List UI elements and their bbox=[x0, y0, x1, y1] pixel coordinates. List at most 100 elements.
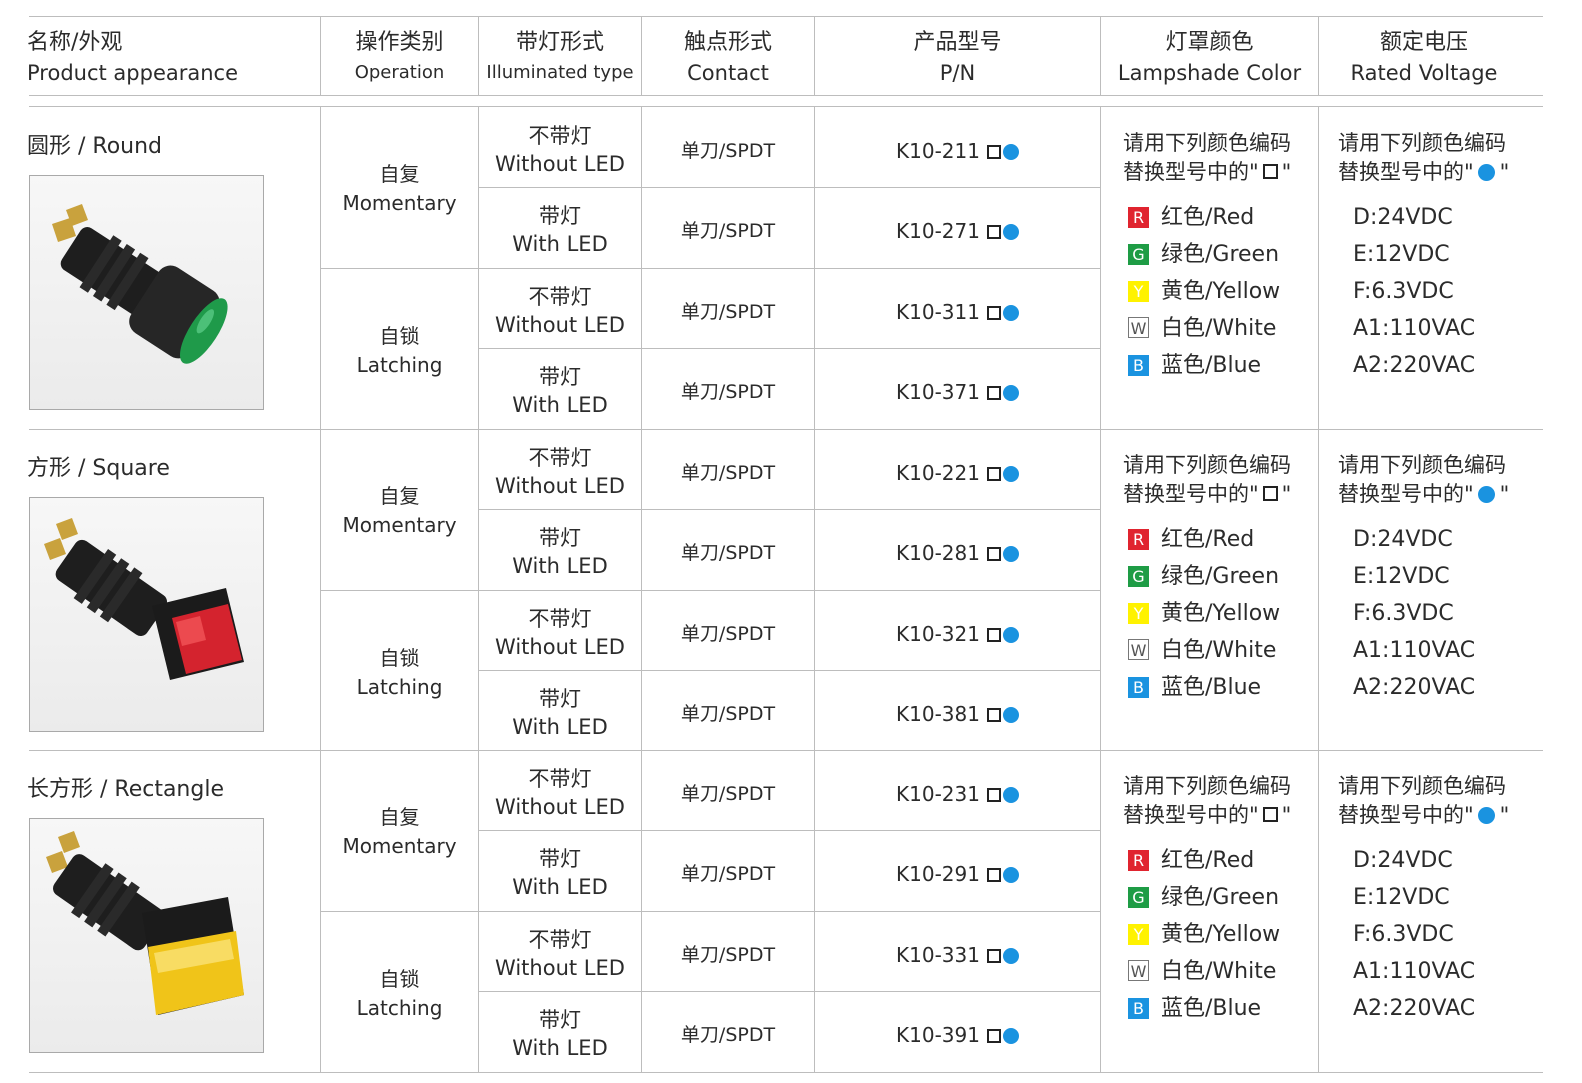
color-item-green: G 绿色/Green bbox=[1128, 240, 1279, 270]
color-code-box-icon bbox=[986, 788, 1001, 802]
yellow-badge-icon: Y bbox=[1128, 281, 1149, 302]
pn-cell: K10-391 bbox=[815, 1023, 1100, 1047]
color-note: 请用下列颜色编码 替换型号中的" " bbox=[1123, 129, 1291, 187]
blue-badge-icon: B bbox=[1128, 998, 1149, 1019]
operation-momentary: 自复 Momentary bbox=[321, 160, 478, 218]
header-operation-cn: 操作类别 bbox=[355, 30, 444, 55]
color-code-box-icon bbox=[986, 628, 1001, 642]
illum-en: Without LED bbox=[495, 313, 625, 337]
table-bottom-rule bbox=[29, 1072, 1543, 1073]
color-item-blue: B 蓝色/Blue bbox=[1128, 351, 1261, 381]
pn-text: K10-281 bbox=[896, 541, 980, 565]
white-badge-icon: W bbox=[1128, 960, 1149, 981]
voltage-code-dot-icon bbox=[1002, 1028, 1019, 1044]
blue-badge-icon: B bbox=[1128, 355, 1149, 376]
row-rule bbox=[320, 590, 1100, 591]
group-rule bbox=[29, 750, 1543, 751]
color-item-red: R 红色/Red bbox=[1128, 203, 1254, 233]
color-note-line2: 替换型号中的" " bbox=[1123, 480, 1291, 509]
voltage-item: A2:220VAC bbox=[1353, 675, 1476, 700]
header-operation: 操作类别 Operation bbox=[321, 28, 478, 88]
illum-en: Without LED bbox=[495, 474, 625, 498]
note-suffix: " bbox=[1281, 482, 1292, 506]
pn-text: K10-231 bbox=[896, 782, 980, 806]
voltage-code-dot-icon bbox=[1002, 224, 1019, 240]
color-item-white: W 白色/White bbox=[1128, 314, 1276, 344]
blue-badge-icon: B bbox=[1128, 677, 1149, 698]
voltage-code-dot-icon bbox=[1002, 627, 1019, 643]
contact-cell: 单刀/SPDT bbox=[680, 783, 776, 805]
pn-cell: K10-311 bbox=[815, 300, 1100, 324]
pn-cell: K10-271 bbox=[815, 219, 1100, 243]
header-bottom-rule bbox=[29, 95, 1543, 96]
voltage-item: A2:220VAC bbox=[1353, 353, 1476, 378]
note-prefix: 替换型号中的" bbox=[1338, 482, 1474, 506]
header-illuminated: 带灯形式 Illuminated type bbox=[479, 28, 641, 88]
illum-en: With LED bbox=[512, 715, 608, 739]
illum-en: With LED bbox=[512, 393, 608, 417]
op-en: Latching bbox=[356, 996, 443, 1020]
color-label: 黄色/Yellow bbox=[1161, 279, 1281, 304]
shape-label-rectangle: 长方形 / Rectangle bbox=[27, 777, 224, 802]
voltage-note: 请用下列颜色编码 替换型号中的" " bbox=[1338, 772, 1509, 830]
note-suffix: " bbox=[1281, 160, 1292, 184]
product-photo-round bbox=[29, 175, 264, 410]
white-badge-icon: W bbox=[1128, 639, 1149, 660]
pn-text: K10-271 bbox=[896, 219, 980, 243]
color-code-box-icon bbox=[986, 467, 1001, 481]
voltage-item: E:12VDC bbox=[1353, 564, 1450, 589]
illum-cell: 不带灯 Without LED bbox=[479, 926, 641, 982]
voltage-item: F:6.3VDC bbox=[1353, 279, 1454, 304]
pn-text: K10-211 bbox=[896, 139, 980, 163]
voltage-code-dot-icon bbox=[1002, 305, 1019, 321]
voltage-code-dot-icon bbox=[1002, 787, 1019, 803]
voltage-note-line1: 请用下列颜色编码 bbox=[1338, 131, 1506, 155]
illum-cell: 带灯 With LED bbox=[479, 845, 641, 901]
color-item-white: W 白色/White bbox=[1128, 957, 1276, 987]
voltage-note-line2: 替换型号中的" " bbox=[1338, 158, 1509, 187]
color-note-line2: 替换型号中的" " bbox=[1123, 801, 1291, 830]
color-code-box-icon bbox=[986, 1029, 1001, 1043]
color-code-box-icon bbox=[986, 868, 1001, 882]
body-col-sep bbox=[1100, 106, 1101, 1073]
header-illum-cn: 带灯形式 bbox=[515, 30, 604, 55]
shape-label-round: 圆形 / Round bbox=[27, 134, 163, 159]
voltage-item: A1:110VAC bbox=[1353, 959, 1476, 984]
row-rule bbox=[478, 348, 1100, 349]
header-illum-en: Illuminated type bbox=[486, 62, 634, 83]
operation-latching: 自锁 Latching bbox=[321, 644, 478, 702]
header-pn-en: P/N bbox=[939, 61, 976, 85]
header-pn-cn: 产品型号 bbox=[913, 30, 1002, 55]
illum-cn: 不带灯 bbox=[528, 607, 592, 631]
illum-cn: 带灯 bbox=[539, 687, 581, 711]
color-code-box-icon bbox=[986, 306, 1001, 320]
illum-cn: 不带灯 bbox=[528, 767, 592, 791]
pn-cell: K10-221 bbox=[815, 461, 1100, 485]
header-operation-en: Operation bbox=[354, 62, 445, 83]
illum-en: Without LED bbox=[495, 795, 625, 819]
illum-cn: 不带灯 bbox=[528, 285, 592, 309]
contact-cell: 单刀/SPDT bbox=[680, 863, 776, 885]
row-rule bbox=[478, 670, 1100, 671]
voltage-item: A1:110VAC bbox=[1353, 316, 1476, 341]
voltage-code-dot-icon bbox=[1477, 486, 1495, 503]
color-label: 白色/White bbox=[1161, 959, 1277, 984]
illum-cell: 带灯 With LED bbox=[479, 202, 641, 258]
row-rule bbox=[478, 830, 1100, 831]
color-code-box-icon bbox=[986, 708, 1001, 722]
pn-text: K10-371 bbox=[896, 380, 980, 404]
illum-cell: 带灯 With LED bbox=[479, 524, 641, 580]
illum-cell: 不带灯 Without LED bbox=[479, 283, 641, 339]
color-note: 请用下列颜色编码 替换型号中的" " bbox=[1123, 451, 1291, 509]
illum-en: Without LED bbox=[495, 956, 625, 980]
header-col-sep bbox=[320, 16, 321, 96]
voltage-note-line1: 请用下列颜色编码 bbox=[1338, 453, 1506, 477]
header-color-en: Lampshade Color bbox=[1117, 61, 1302, 85]
illum-cn: 带灯 bbox=[539, 365, 581, 389]
color-note-line2: 替换型号中的" " bbox=[1123, 158, 1291, 187]
header-col-sep bbox=[814, 16, 815, 96]
shape-label-square: 方形 / Square bbox=[27, 456, 170, 481]
contact-cell: 单刀/SPDT bbox=[680, 944, 776, 966]
color-item-red: R 红色/Red bbox=[1128, 846, 1254, 876]
illum-en: With LED bbox=[512, 1036, 608, 1060]
